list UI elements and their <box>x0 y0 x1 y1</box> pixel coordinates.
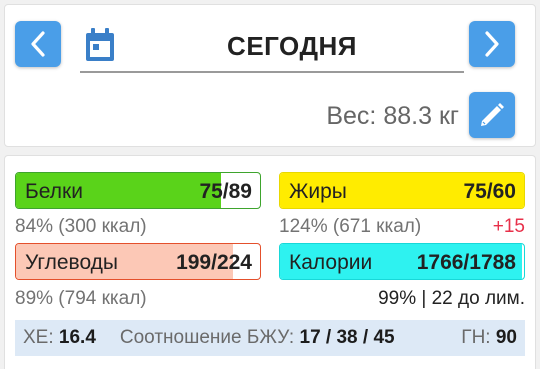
calories-label: Калории <box>289 251 373 274</box>
carbs-label: Углеводы <box>25 251 119 274</box>
weight-value: 88.3 <box>383 102 432 130</box>
fat-label: Жиры <box>289 180 347 203</box>
summary-bar: ХЕ: 16.4 Соотношение БЖУ: 17 / 38 / 45 Г… <box>15 320 525 356</box>
calories-value: 1766/1788 <box>416 251 516 274</box>
ratio-value: 17 / 38 / 45 <box>299 327 395 348</box>
carbs-value: 199/224 <box>176 251 252 274</box>
fat-percent: 124% (671 ккал) <box>279 216 422 237</box>
protein-percent: 84% (300 ккал) <box>15 216 147 237</box>
calendar-icon <box>86 28 114 61</box>
date-selector[interactable]: СЕГОДНЯ <box>80 23 464 73</box>
fat-bar[interactable]: Жиры 75/60 <box>279 172 525 209</box>
carbs-percent: 89% (794 ккал) <box>15 288 147 309</box>
calories-bar[interactable]: Калории 1766/1788 <box>279 243 525 280</box>
fat-over-limit: +15 <box>492 216 525 237</box>
pencil-icon <box>481 103 504 126</box>
previous-day-button[interactable] <box>15 21 61 67</box>
carbs-bar[interactable]: Углеводы 199/224 <box>15 243 261 280</box>
next-day-button[interactable] <box>469 21 515 67</box>
weight-unit: кг <box>438 102 459 130</box>
chevron-left-icon <box>31 31 45 57</box>
calories-percent: 99% | 22 до лим. <box>378 288 525 309</box>
ratio-label: Соотношение БЖУ: <box>119 327 295 348</box>
weight-label: Вес: <box>326 102 377 130</box>
weight-display: Вес: 88.3 кг <box>326 102 459 131</box>
xe-value: 16.4 <box>58 327 96 348</box>
protein-label: Белки <box>25 180 83 203</box>
nutrition-card: Белки 75/89 84% (300 ккал) Жиры 75/60 12… <box>4 155 536 369</box>
protein-value: 75/89 <box>199 180 252 203</box>
protein-bar[interactable]: Белки 75/89 <box>15 172 261 209</box>
date-title[interactable]: СЕГОДНЯ <box>120 31 464 62</box>
gn-label: ГН: <box>461 327 491 348</box>
edit-weight-button[interactable] <box>469 92 515 138</box>
chevron-right-icon <box>485 31 499 57</box>
gn-value: 90 <box>495 327 517 348</box>
xe-label: ХЕ: <box>23 327 54 348</box>
date-weight-card: СЕГОДНЯ Вес: 88.3 кг <box>4 4 536 147</box>
fat-value: 75/60 <box>463 180 516 203</box>
